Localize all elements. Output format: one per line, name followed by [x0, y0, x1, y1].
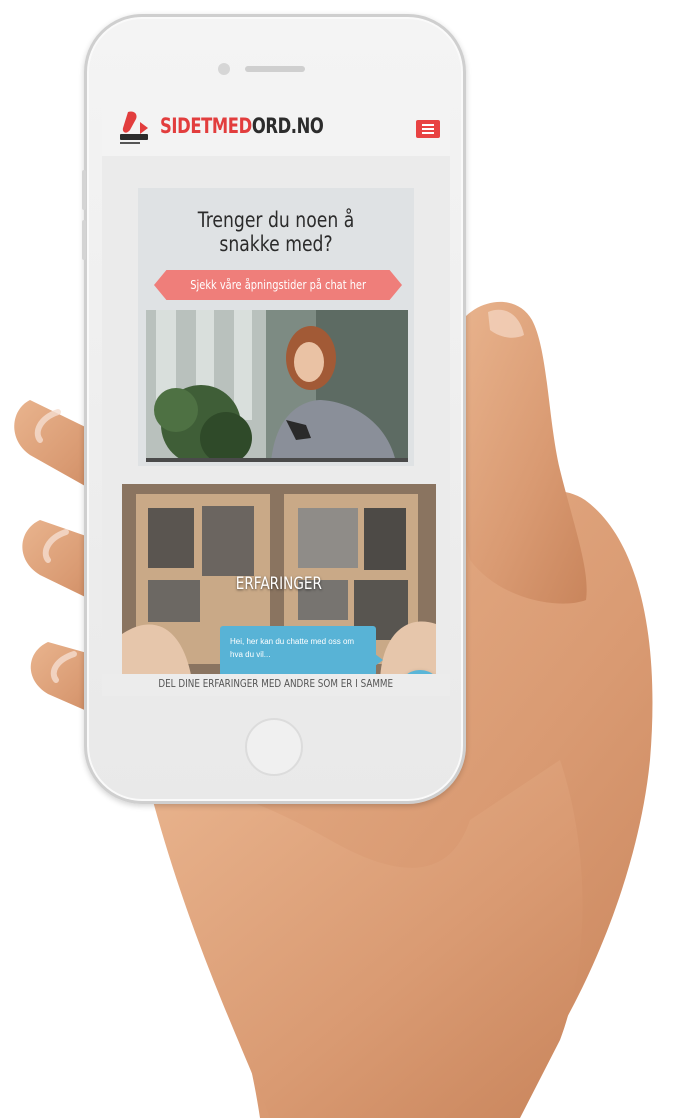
home-button[interactable] — [245, 718, 303, 776]
hamburger-icon — [422, 132, 434, 134]
volume-button — [82, 220, 86, 260]
phone-speaker — [245, 66, 305, 72]
logo-text-red: SIDETMED — [160, 114, 252, 138]
site-header: SIDETMEDORD.NO — [102, 98, 450, 157]
logo-text-dark: ORD.NO — [251, 114, 324, 138]
experiences-subtitle-strip: DEL DINE ERFARINGER MED ANDRE SOM ER I S… — [102, 674, 450, 696]
phone-screen: SIDETMEDORD.NO Trenger du noen å snakke … — [102, 98, 450, 696]
opening-hours-button[interactable]: Sjekk våre åpningstider på chat her — [154, 270, 402, 300]
girl-with-phone-photo — [146, 310, 408, 462]
hamburger-menu-button[interactable] — [416, 120, 440, 138]
page-content: Trenger du noen å snakke med? Sjekk våre… — [102, 156, 450, 696]
experiences-title[interactable]: ERFARINGER — [122, 574, 436, 594]
cta-label: Sjekk våre åpningstider på chat her — [190, 278, 366, 292]
promo-title-line1: Trenger du noen å — [197, 208, 355, 232]
logo-icon[interactable] — [114, 108, 154, 148]
chat-promo-card: Trenger du noen å snakke med? Sjekk våre… — [138, 188, 414, 466]
promo-title: Trenger du noen å snakke med? — [163, 208, 389, 256]
front-camera — [218, 63, 230, 75]
hamburger-icon — [422, 128, 434, 130]
volume-button — [82, 170, 86, 210]
experiences-title-text: ERFARINGER — [235, 574, 323, 594]
site-logo[interactable]: SIDETMEDORD.NO — [160, 114, 324, 138]
promo-title-line2: snakke med? — [219, 232, 333, 256]
chat-greeting-bubble[interactable]: Hei, her kan du chatte med oss om hva du… — [220, 626, 383, 676]
hamburger-icon — [422, 124, 434, 126]
experiences-subtitle: DEL DINE ERFARINGER MED ANDRE SOM ER I S… — [158, 677, 394, 690]
